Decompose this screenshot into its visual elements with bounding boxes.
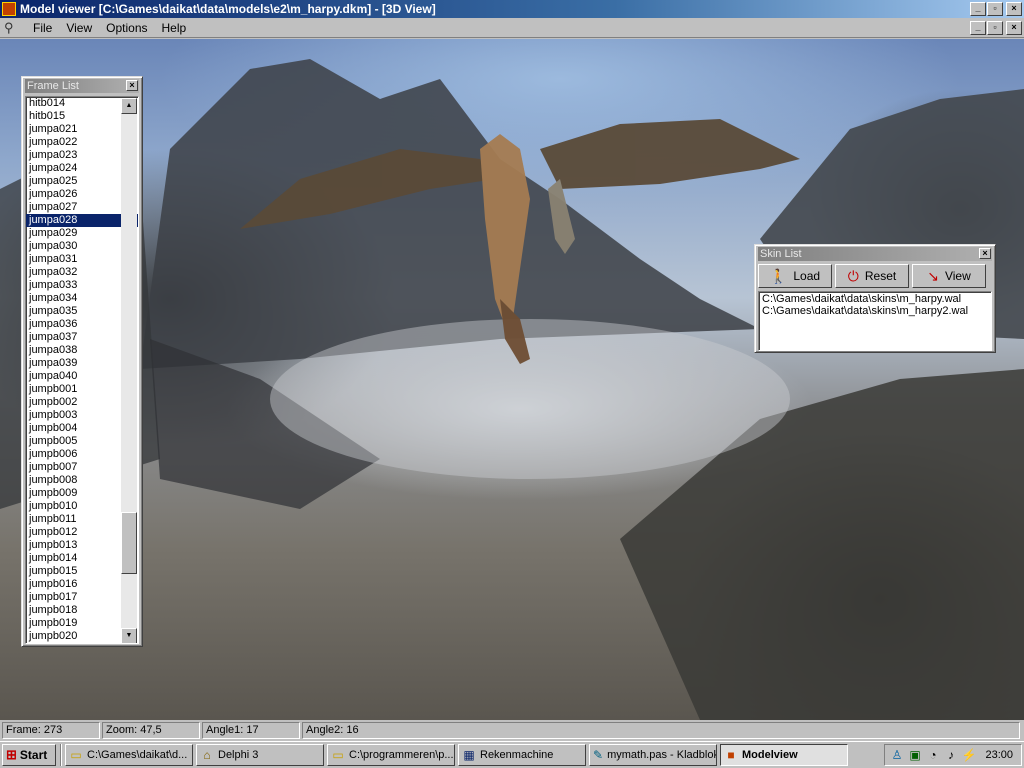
frame-list-titlebar: Frame List ×: [25, 79, 139, 93]
menu-bar: ⚲ File View Options Help _ ▫ ×: [0, 18, 1024, 38]
skin-list-titlebar: Skin List ×: [758, 247, 992, 261]
task-label: Rekenmachine: [480, 749, 554, 761]
load-icon: 🚶: [769, 267, 788, 284]
task-label: Delphi 3: [218, 749, 259, 761]
task-label: C:\Games\daikat\d...: [87, 749, 188, 761]
child-close-button[interactable]: ×: [1006, 21, 1022, 35]
system-tray: ♙ ▣ ◔ ♪ ⚡ 23:00: [884, 744, 1022, 766]
scroll-down-button[interactable]: ▼: [121, 628, 137, 643]
clock: 23:00: [985, 749, 1013, 761]
status-angle2: Angle2: 16: [302, 722, 1020, 739]
view-button[interactable]: ↘ View: [912, 264, 986, 288]
app-icon: [2, 2, 16, 16]
start-button[interactable]: ⊞ Start: [2, 744, 56, 766]
user-icon[interactable]: ♙: [889, 748, 905, 762]
restore-button[interactable]: ▫: [987, 2, 1003, 16]
power-icon[interactable]: ⚡: [961, 748, 977, 762]
notepad-icon: ✎: [593, 748, 604, 762]
start-label: Start: [19, 748, 48, 762]
skin-list-item[interactable]: C:\Games\daikat\data\skins\m_harpy.wal: [762, 293, 988, 305]
load-button[interactable]: 🚶 Load: [758, 264, 832, 288]
folder-icon: ▭: [332, 748, 344, 762]
menu-options[interactable]: Options: [99, 21, 154, 35]
close-button[interactable]: ×: [1006, 2, 1022, 16]
mouse-icon[interactable]: ◔: [925, 748, 941, 762]
modelview-icon: ■: [727, 748, 735, 762]
minimize-button[interactable]: _: [970, 2, 986, 16]
calculator-icon: ▦: [463, 748, 475, 762]
task-label: Modelview: [742, 749, 798, 761]
view-icon: ↘: [927, 267, 939, 284]
3d-viewport[interactable]: Frame List × hitb014 hitb015 jumpa021 jumpa…: [0, 39, 1024, 720]
frame-listbox[interactable]: hitb014 hitb015 jumpa021 jumpa022 jumpa023 ju…: [25, 96, 139, 644]
status-zoom: Zoom: 47,5: [102, 722, 200, 739]
status-angle1: Angle1: 17: [202, 722, 300, 739]
frame-list-title: Frame List: [27, 80, 79, 92]
load-label: Load: [793, 269, 821, 283]
reset-icon: ⏻: [847, 267, 859, 284]
folder-icon: ▭: [70, 748, 82, 762]
task-button-delphi[interactable]: ⌂ Delphi 3: [196, 744, 324, 766]
scene-render: [0, 59, 1024, 720]
frame-list-scrollbar[interactable]: ▲ ▼: [121, 98, 137, 643]
delphi-icon: ⌂: [203, 748, 211, 762]
reset-button[interactable]: ⏻ Reset: [835, 264, 909, 288]
child-restore-button[interactable]: ▫: [987, 21, 1003, 35]
window-title: Model viewer [C:\Games\daikat\data\model…: [20, 2, 436, 16]
mdi-child-icon[interactable]: ⚲: [4, 20, 20, 36]
task-label: C:\programmeren\p...: [349, 749, 454, 761]
skin-list-window: Skin List × 🚶 Load ⏻ Reset ↘ View C:\Gam…: [754, 244, 996, 353]
skin-list-title: Skin List: [760, 248, 802, 260]
menu-file[interactable]: File: [26, 21, 59, 35]
menu-view[interactable]: View: [59, 21, 99, 35]
reset-label: Reset: [864, 269, 897, 283]
scroll-thumb[interactable]: [121, 512, 137, 574]
scroll-up-button[interactable]: ▲: [121, 98, 137, 114]
frame-list-window: Frame List × hitb014 hitb015 jumpa021 jumpa…: [21, 76, 143, 647]
menu-help[interactable]: Help: [155, 21, 194, 35]
task-button-games-folder[interactable]: ▭ C:\Games\daikat\d...: [65, 744, 193, 766]
task-label: mymath.pas - Kladblok: [607, 749, 717, 761]
frame-list-close-button[interactable]: ×: [126, 80, 138, 91]
network-icon[interactable]: ▣: [907, 748, 923, 762]
status-frame: Frame: 273: [2, 722, 100, 739]
taskbar: ⊞ Start ▭ C:\Games\daikat\d... ⌂ Delphi …: [0, 741, 1024, 768]
windows-logo-icon: ⊞: [6, 747, 17, 762]
task-button-programmeren-folder[interactable]: ▭ C:\programmeren\p...: [327, 744, 455, 766]
skin-list-close-button[interactable]: ×: [979, 248, 991, 259]
skin-list-item[interactable]: C:\Games\daikat\data\skins\m_harpy2.wal: [762, 305, 988, 317]
taskbar-separator: [60, 744, 62, 766]
window-titlebar: Model viewer [C:\Games\daikat\data\model…: [0, 0, 1024, 18]
view-label: View: [944, 269, 971, 283]
skin-listbox[interactable]: C:\Games\daikat\data\skins\m_harpy.wal C…: [758, 291, 992, 351]
task-button-rekenmachine[interactable]: ▦ Rekenmachine: [458, 744, 586, 766]
status-bar: Frame: 273 Zoom: 47,5 Angle1: 17 Angle2:…: [0, 721, 1024, 740]
task-button-kladblok[interactable]: ✎ mymath.pas - Kladblok: [589, 744, 717, 766]
task-button-modelview[interactable]: ■ Modelview: [720, 744, 848, 766]
volume-icon[interactable]: ♪: [943, 748, 959, 762]
child-minimize-button[interactable]: _: [970, 21, 986, 35]
